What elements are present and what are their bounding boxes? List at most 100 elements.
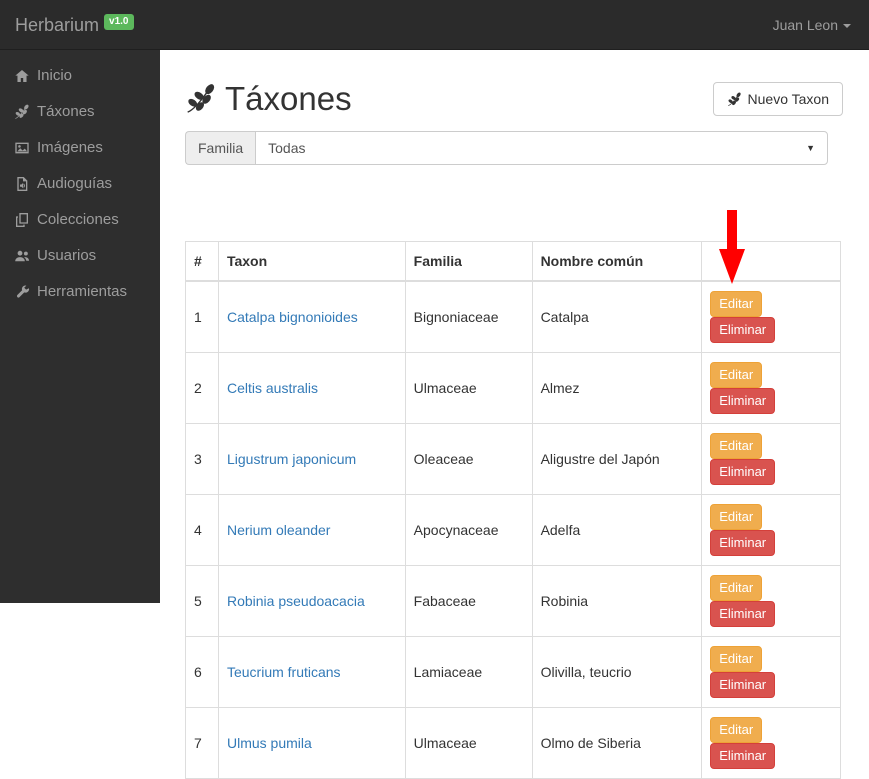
- row-number-cell: 4: [185, 494, 219, 566]
- edit-button[interactable]: Editar: [710, 646, 763, 672]
- edit-button[interactable]: Editar: [710, 291, 763, 317]
- taxa-table: # Taxon Familia Nombre común 1 Catalpa b…: [185, 241, 841, 779]
- taxon-cell: Robinia pseudoacacia: [217, 565, 406, 637]
- row-number-cell: 6: [185, 636, 219, 708]
- sidebar-item-táxones[interactable]: Táxones: [0, 94, 160, 130]
- chevron-down-icon: [843, 23, 851, 28]
- delete-button[interactable]: Eliminar: [710, 317, 776, 343]
- header-nombre-comun: Nombre común: [531, 241, 703, 282]
- delete-button[interactable]: Eliminar: [710, 601, 776, 627]
- familia-filter-group: Familia Todas ▼: [185, 131, 828, 165]
- sidebar-item-label: Colecciones: [37, 211, 119, 228]
- sidebar-item-inicio[interactable]: Inicio: [0, 58, 160, 94]
- sidebar: Inicio Táxones Imágenes Audioguías Colec…: [0, 50, 160, 603]
- table-row: 1 Catalpa bignonioides Bignoniaceae Cata…: [185, 280, 841, 353]
- app-brand-label: Herbarium: [15, 14, 100, 35]
- nombre-comun-cell: Adelfa: [531, 494, 703, 566]
- top-navbar: Herbarium v1.0 Juan Leon: [0, 0, 869, 50]
- header-taxon: Taxon: [217, 241, 406, 282]
- sidebar-item-label: Inicio: [37, 67, 73, 84]
- taxon-cell: Nerium oleander: [217, 494, 406, 566]
- table-row: 2 Celtis australis Ulmaceae Almez Editar…: [185, 352, 841, 424]
- taxon-cell: Ulmus pumila: [217, 707, 406, 779]
- edit-button[interactable]: Editar: [710, 433, 763, 459]
- sidebar-item-audioguías[interactable]: Audioguías: [0, 166, 160, 202]
- taxon-link[interactable]: Ligustrum japonicum: [227, 451, 356, 467]
- users-icon: [14, 248, 30, 264]
- taxon-link[interactable]: Celtis australis: [227, 380, 318, 396]
- taxon-link[interactable]: Ulmus pumila: [227, 735, 312, 751]
- edit-button[interactable]: Editar: [710, 717, 763, 743]
- taxon-cell: Ligustrum japonicum: [217, 423, 406, 495]
- taxon-link[interactable]: Robinia pseudoacacia: [227, 593, 365, 609]
- familia-cell: Apocynaceae: [404, 494, 533, 566]
- page-title-label: Táxones: [225, 80, 352, 117]
- leaf-icon: [14, 104, 30, 120]
- delete-button[interactable]: Eliminar: [710, 459, 776, 485]
- header-actions: [701, 241, 841, 282]
- sidebar-item-label: Usuarios: [37, 247, 97, 264]
- sidebar-item-imágenes[interactable]: Imágenes: [0, 130, 160, 166]
- title-row: Táxones Nuevo Taxon: [185, 80, 843, 118]
- taxa-table-body: 1 Catalpa bignonioides Bignoniaceae Cata…: [185, 280, 841, 779]
- new-taxon-button-label: Nuevo Taxon: [747, 91, 829, 107]
- edit-button[interactable]: Editar: [710, 575, 763, 601]
- audio-file-icon: [14, 176, 30, 192]
- header-num: #: [185, 241, 219, 282]
- user-menu[interactable]: Juan Leon: [755, 17, 869, 33]
- edit-button[interactable]: Editar: [710, 362, 763, 388]
- header-familia: Familia: [404, 241, 533, 282]
- select-arrow-icon: ▼: [806, 143, 815, 153]
- sidebar-item-label: Herramientas: [37, 283, 128, 300]
- collections-icon: [14, 212, 30, 228]
- familia-cell: Fabaceae: [404, 565, 533, 637]
- image-icon: [14, 140, 30, 156]
- row-number-cell: 1: [185, 280, 219, 353]
- nombre-comun-cell: Almez: [531, 352, 703, 424]
- sidebar-item-label: Imágenes: [37, 139, 103, 156]
- delete-button[interactable]: Eliminar: [710, 743, 776, 769]
- familia-cell: Lamiaceae: [404, 636, 533, 708]
- table-row: 3 Ligustrum japonicum Oleaceae Aligustre…: [185, 423, 841, 495]
- page-title: Táxones: [185, 80, 352, 118]
- taxon-link[interactable]: Catalpa bignonioides: [227, 309, 358, 325]
- actions-cell: Editar Eliminar: [701, 423, 841, 495]
- table-row: 4 Nerium oleander Apocynaceae Adelfa Edi…: [185, 494, 841, 566]
- taxon-link[interactable]: Teucrium fruticans: [227, 664, 341, 680]
- user-menu-label: Juan Leon: [772, 16, 838, 33]
- taxon-cell: Teucrium fruticans: [217, 636, 406, 708]
- sidebar-item-label: Audioguías: [37, 175, 113, 192]
- sidebar-item-colecciones[interactable]: Colecciones: [0, 202, 160, 238]
- actions-cell: Editar Eliminar: [701, 352, 841, 424]
- familia-select[interactable]: Todas ▼: [255, 131, 828, 165]
- taxon-cell: Catalpa bignonioides: [217, 280, 406, 353]
- home-icon: [14, 68, 30, 84]
- taxon-link[interactable]: Nerium oleander: [227, 522, 331, 538]
- app-brand[interactable]: Herbarium v1.0: [0, 13, 149, 36]
- familia-filter-label: Familia: [185, 131, 256, 165]
- nombre-comun-cell: Olmo de Siberia: [531, 707, 703, 779]
- wrench-icon: [14, 284, 30, 300]
- familia-cell: Oleaceae: [404, 423, 533, 495]
- main-content: Táxones Nuevo Taxon Familia Todas ▼ # Ta…: [160, 50, 869, 779]
- nombre-comun-cell: Robinia: [531, 565, 703, 637]
- row-number-cell: 7: [185, 707, 219, 779]
- actions-cell: Editar Eliminar: [701, 707, 841, 779]
- delete-button[interactable]: Eliminar: [710, 672, 776, 698]
- delete-button[interactable]: Eliminar: [710, 530, 776, 556]
- nombre-comun-cell: Olivilla, teucrio: [531, 636, 703, 708]
- taxa-table-head: # Taxon Familia Nombre común: [185, 241, 841, 282]
- edit-button[interactable]: Editar: [710, 504, 763, 530]
- nombre-comun-cell: Aligustre del Japón: [531, 423, 703, 495]
- actions-cell: Editar Eliminar: [701, 280, 841, 353]
- leaf-icon: [185, 83, 217, 115]
- actions-cell: Editar Eliminar: [701, 565, 841, 637]
- taxa-table-header-row: # Taxon Familia Nombre común: [185, 241, 841, 282]
- sidebar-item-herramientas[interactable]: Herramientas: [0, 274, 160, 310]
- familia-cell: Ulmaceae: [404, 707, 533, 779]
- row-number-cell: 5: [185, 565, 219, 637]
- new-taxon-button[interactable]: Nuevo Taxon: [712, 82, 843, 116]
- sidebar-item-usuarios[interactable]: Usuarios: [0, 238, 160, 274]
- delete-button[interactable]: Eliminar: [710, 388, 776, 414]
- taxon-cell: Celtis australis: [217, 352, 406, 424]
